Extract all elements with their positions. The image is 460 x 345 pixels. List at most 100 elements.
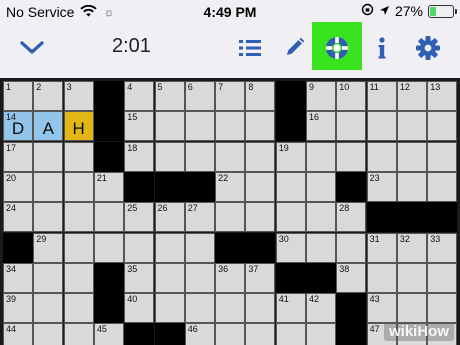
grid-cell[interactable] (245, 323, 276, 345)
grid-cell[interactable] (93, 232, 124, 263)
grid-cell[interactable] (427, 293, 458, 324)
grid-cell[interactable] (366, 111, 397, 142)
grid-cell[interactable] (366, 141, 397, 172)
grid-cell[interactable] (33, 293, 64, 324)
grid-cell[interactable] (245, 141, 276, 172)
grid-cell[interactable]: 11 (366, 81, 397, 111)
grid-cell[interactable] (154, 293, 185, 324)
grid-cell[interactable] (427, 262, 458, 293)
grid-cell[interactable] (396, 111, 427, 142)
grid-cell[interactable] (427, 111, 458, 142)
grid-cell[interactable] (33, 262, 64, 293)
info-button[interactable] (370, 26, 394, 70)
grid-cell[interactable] (396, 293, 427, 324)
grid-cell[interactable]: 5 (154, 81, 185, 111)
grid-cell[interactable] (33, 171, 64, 202)
grid-cell[interactable]: 17 (3, 141, 33, 172)
grid-cell[interactable] (245, 202, 276, 233)
grid-cell[interactable]: 26 (154, 202, 185, 233)
grid-cell[interactable]: 24 (3, 202, 33, 233)
grid-cell[interactable] (154, 111, 185, 142)
grid-cell[interactable] (336, 111, 367, 142)
help-button[interactable] (320, 26, 354, 70)
grid-cell[interactable] (366, 262, 397, 293)
grid-cell[interactable]: 2 (33, 81, 64, 111)
grid-cell[interactable] (306, 202, 336, 233)
grid-cell[interactable]: 32 (396, 232, 427, 263)
grid-cell[interactable] (184, 141, 215, 172)
grid-cell[interactable] (306, 232, 336, 263)
grid-cell[interactable]: 21 (93, 171, 124, 202)
grid-cell[interactable] (184, 293, 215, 324)
grid-cell[interactable] (275, 202, 306, 233)
grid-cell[interactable] (154, 232, 185, 263)
grid-cell[interactable] (396, 262, 427, 293)
grid-cell[interactable]: 29 (33, 232, 64, 263)
grid-cell[interactable] (306, 171, 336, 202)
grid-cell[interactable] (63, 323, 94, 345)
grid-cell[interactable] (336, 141, 367, 172)
grid-cell[interactable]: 41 (275, 293, 306, 324)
grid-cell[interactable] (336, 232, 367, 263)
grid-cell[interactable]: 20 (3, 171, 33, 202)
grid-cell[interactable]: 37 (245, 262, 276, 293)
grid-cell[interactable]: H (63, 111, 94, 142)
grid-cell[interactable] (33, 141, 64, 172)
grid-cell[interactable]: A (33, 111, 64, 142)
grid-cell[interactable]: 18 (124, 141, 155, 172)
grid-cell[interactable]: 36 (215, 262, 246, 293)
grid-cell[interactable] (63, 202, 94, 233)
grid-cell[interactable]: 9 (306, 81, 336, 111)
grid-cell[interactable]: 10 (336, 81, 367, 111)
grid-cell[interactable]: 8 (245, 81, 276, 111)
grid-cell[interactable] (396, 171, 427, 202)
grid-cell[interactable] (93, 202, 124, 233)
grid-cell[interactable] (63, 262, 94, 293)
grid-cell[interactable]: 16 (306, 111, 336, 142)
grid-cell[interactable] (154, 141, 185, 172)
settings-button[interactable] (412, 26, 444, 70)
grid-cell[interactable]: 14 D (3, 111, 33, 142)
grid-cell[interactable]: 3 (63, 81, 94, 111)
grid-cell[interactable]: 13 (427, 81, 458, 111)
grid-cell[interactable] (275, 323, 306, 345)
grid-cell[interactable]: 30 (275, 232, 306, 263)
grid-cell[interactable] (33, 323, 64, 345)
grid-cell[interactable]: 42 (306, 293, 336, 324)
grid-cell[interactable]: 46 (184, 323, 215, 345)
grid-cell[interactable]: 39 (3, 293, 33, 324)
grid-cell[interactable] (63, 232, 94, 263)
collapse-button[interactable] (14, 26, 50, 70)
grid-cell[interactable] (245, 293, 276, 324)
grid-cell[interactable] (215, 202, 246, 233)
grid-cell[interactable]: 38 (336, 262, 367, 293)
grid-cell[interactable]: 34 (3, 262, 33, 293)
grid-cell[interactable] (396, 141, 427, 172)
grid-cell[interactable]: 19 (275, 141, 306, 172)
grid-cell[interactable]: 40 (124, 293, 155, 324)
grid-cell[interactable]: 31 (366, 232, 397, 263)
grid-cell[interactable]: 12 (396, 81, 427, 111)
grid-cell[interactable] (63, 171, 94, 202)
grid-cell[interactable] (306, 323, 336, 345)
grid-cell[interactable] (124, 232, 155, 263)
grid-cell[interactable] (154, 262, 185, 293)
grid-cell[interactable] (63, 293, 94, 324)
grid-cell[interactable]: 15 (124, 111, 155, 142)
grid-cell[interactable] (275, 171, 306, 202)
grid-cell[interactable] (184, 111, 215, 142)
grid-cell[interactable] (63, 141, 94, 172)
grid-cell[interactable] (184, 232, 215, 263)
grid-cell[interactable]: 22 (215, 171, 246, 202)
grid-cell[interactable]: 33 (427, 232, 458, 263)
grid-cell[interactable] (215, 141, 246, 172)
clue-list-button[interactable] (234, 26, 266, 70)
grid-cell[interactable]: 35 (124, 262, 155, 293)
grid-cell[interactable] (215, 111, 246, 142)
grid-cell[interactable] (33, 202, 64, 233)
grid-cell[interactable]: 23 (366, 171, 397, 202)
grid-cell[interactable]: 43 (366, 293, 397, 324)
grid-cell[interactable]: 1 (3, 81, 33, 111)
grid-cell[interactable] (184, 262, 215, 293)
grid-cell[interactable] (427, 171, 458, 202)
